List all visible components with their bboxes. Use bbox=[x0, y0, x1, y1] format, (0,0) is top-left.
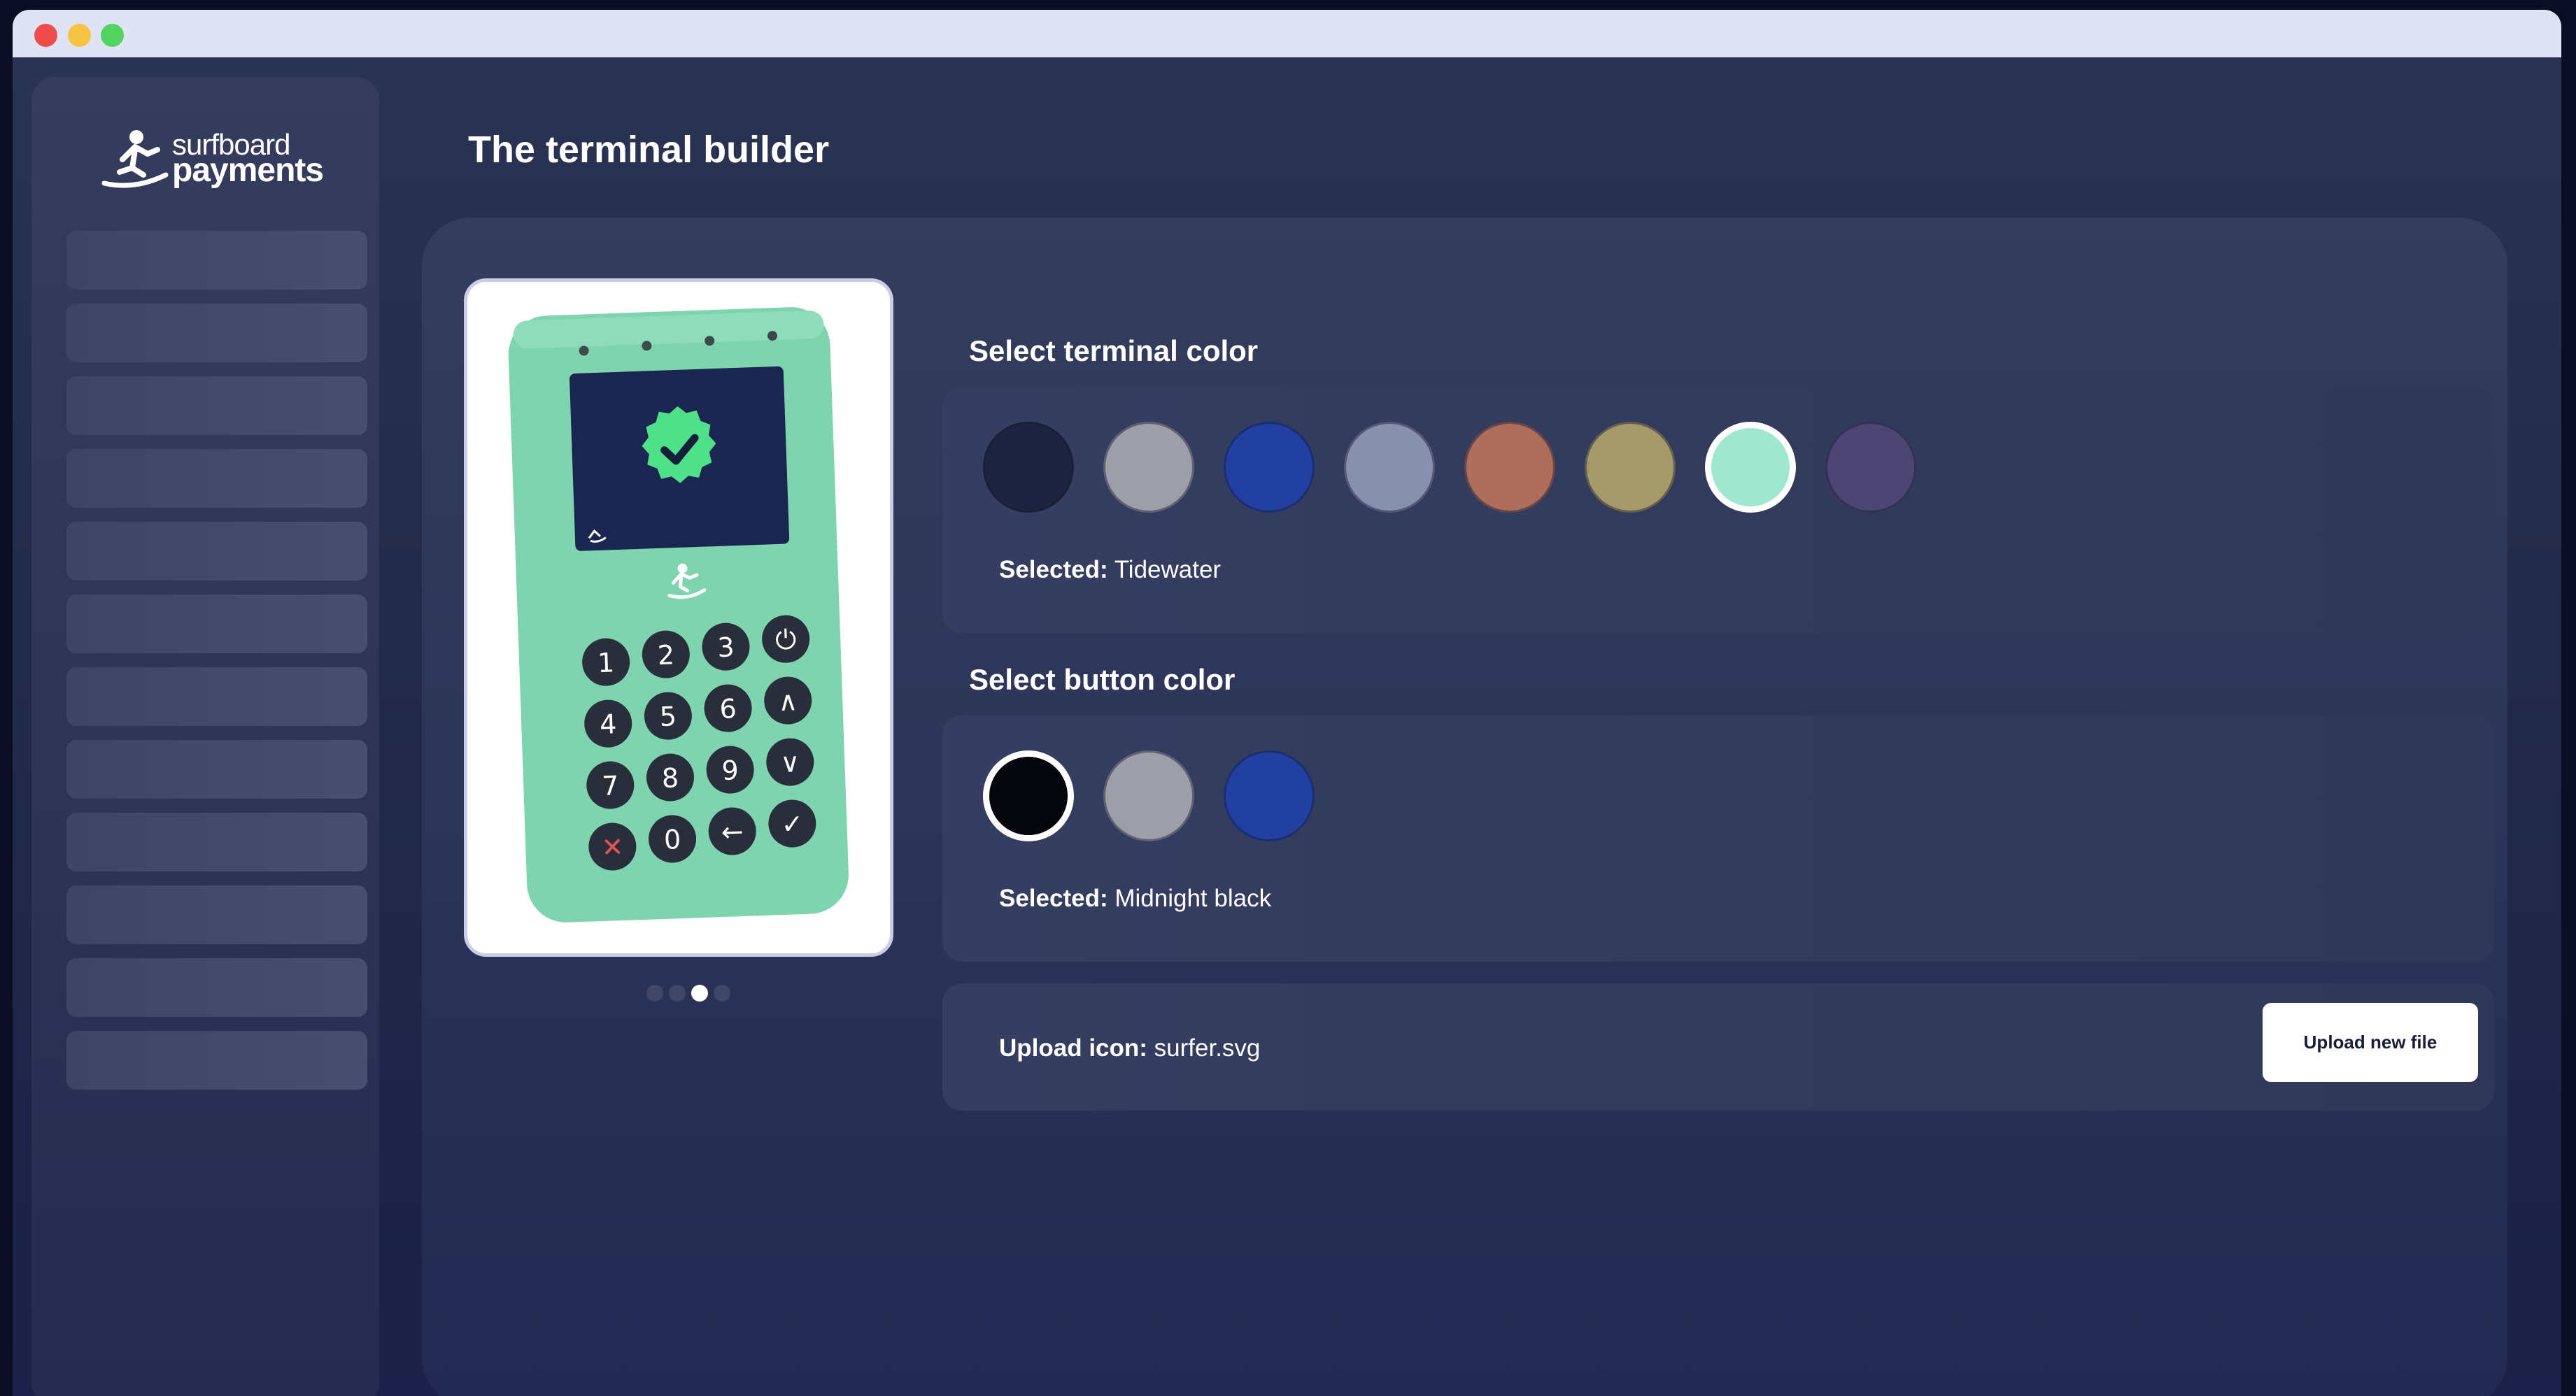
svg-text:6: 6 bbox=[719, 693, 737, 725]
sidebar-item-10[interactable] bbox=[66, 885, 367, 944]
color-purple-swatch[interactable] bbox=[1825, 422, 1916, 513]
svg-text:7: 7 bbox=[601, 770, 619, 802]
sidebar-item-5[interactable] bbox=[66, 522, 367, 581]
svg-text:✓: ✓ bbox=[781, 809, 804, 840]
color-slate-swatch[interactable] bbox=[1344, 422, 1435, 513]
upload-new-file-button[interactable]: Upload new file bbox=[2263, 1003, 2478, 1082]
surfer-logo-icon bbox=[101, 130, 169, 188]
terminal-preview: 1 2 3 ⏻ 4 5 6 ∧ 7 8 9 ∨ ✕ 0 ← ✓ bbox=[464, 278, 893, 957]
upload-icon-label: Upload icon: surfer.svg bbox=[999, 1034, 1260, 1062]
terminal-selected-value: Tidewater bbox=[1114, 556, 1222, 583]
button-color-selected: Selected: Midnight black bbox=[999, 885, 1271, 913]
logo-text-payments: payments bbox=[172, 152, 324, 189]
carousel-dot-2[interactable] bbox=[669, 985, 686, 1002]
color-navy-swatch[interactable] bbox=[983, 422, 1074, 513]
sidebar-item-7[interactable] bbox=[66, 667, 367, 726]
upload-filename: surfer.svg bbox=[1154, 1034, 1261, 1062]
terminal-device-image: 1 2 3 ⏻ 4 5 6 ∧ 7 8 9 ∨ ✕ 0 ← ✓ bbox=[508, 307, 849, 923]
color-gray-swatch[interactable] bbox=[1103, 750, 1194, 841]
terminal-color-selected: Selected: Tidewater bbox=[999, 556, 1221, 584]
sidebar-item-8[interactable] bbox=[66, 740, 367, 799]
color-tidewater-swatch[interactable] bbox=[1705, 422, 1796, 513]
svg-text:←: ← bbox=[721, 816, 744, 848]
button-selected-value: Midnight black bbox=[1114, 885, 1272, 912]
svg-text:⏻: ⏻ bbox=[774, 624, 797, 655]
svg-text:3: 3 bbox=[717, 632, 735, 663]
color-olive-swatch[interactable] bbox=[1585, 422, 1676, 513]
sidebar-nav bbox=[66, 231, 367, 1104]
svg-text:∧: ∧ bbox=[778, 685, 798, 717]
color-blue-swatch[interactable] bbox=[1224, 750, 1315, 841]
sidebar: surfboard payments bbox=[31, 77, 379, 1396]
button-color-box: Selected: Midnight black bbox=[942, 715, 2494, 962]
upload-label-text: Upload icon: bbox=[999, 1034, 1147, 1062]
upload-icon-box: Upload icon: surfer.svg Upload new file bbox=[942, 983, 2494, 1111]
terminal-selected-label: Selected: bbox=[999, 556, 1108, 583]
maximize-window-button[interactable] bbox=[101, 24, 124, 47]
svg-text:5: 5 bbox=[659, 701, 677, 732]
carousel-dots bbox=[646, 985, 730, 1002]
svg-text:1: 1 bbox=[597, 647, 615, 678]
minimize-window-button[interactable] bbox=[68, 24, 91, 47]
color-gray-swatch[interactable] bbox=[1103, 422, 1194, 513]
sidebar-item-3[interactable] bbox=[66, 376, 367, 435]
terminal-color-box: Selected: Tidewater bbox=[942, 387, 2494, 633]
carousel-dot-4[interactable] bbox=[714, 985, 730, 1002]
svg-text:4: 4 bbox=[599, 708, 617, 740]
sidebar-item-11[interactable] bbox=[66, 958, 367, 1017]
page-title: The terminal builder bbox=[468, 129, 830, 171]
sidebar-item-1[interactable] bbox=[66, 231, 367, 290]
close-window-button[interactable] bbox=[34, 24, 57, 47]
surfboard-logo[interactable]: surfboard payments bbox=[101, 129, 325, 196]
carousel-dot-3[interactable] bbox=[691, 985, 708, 1002]
svg-text:8: 8 bbox=[661, 762, 679, 794]
title-bar bbox=[13, 10, 2561, 57]
sidebar-item-12[interactable] bbox=[66, 1031, 367, 1090]
svg-text:0: 0 bbox=[663, 824, 681, 855]
color-terracotta-swatch[interactable] bbox=[1464, 422, 1555, 513]
carousel-dot-1[interactable] bbox=[646, 985, 663, 1002]
svg-text:∨: ∨ bbox=[780, 747, 800, 778]
sidebar-item-9[interactable] bbox=[66, 813, 367, 871]
color-blue-swatch[interactable] bbox=[1224, 422, 1315, 513]
svg-text:✕: ✕ bbox=[601, 832, 624, 863]
sidebar-item-2[interactable] bbox=[66, 304, 367, 362]
svg-text:9: 9 bbox=[721, 755, 739, 786]
sidebar-item-6[interactable] bbox=[66, 594, 367, 653]
button-color-title: Select button color bbox=[969, 663, 1236, 696]
color-midnight-black-swatch[interactable] bbox=[983, 750, 1074, 841]
sidebar-item-4[interactable] bbox=[66, 449, 367, 508]
button-selected-label: Selected: bbox=[999, 885, 1108, 912]
svg-text:2: 2 bbox=[657, 639, 675, 671]
terminal-color-title: Select terminal color bbox=[969, 334, 1259, 367]
